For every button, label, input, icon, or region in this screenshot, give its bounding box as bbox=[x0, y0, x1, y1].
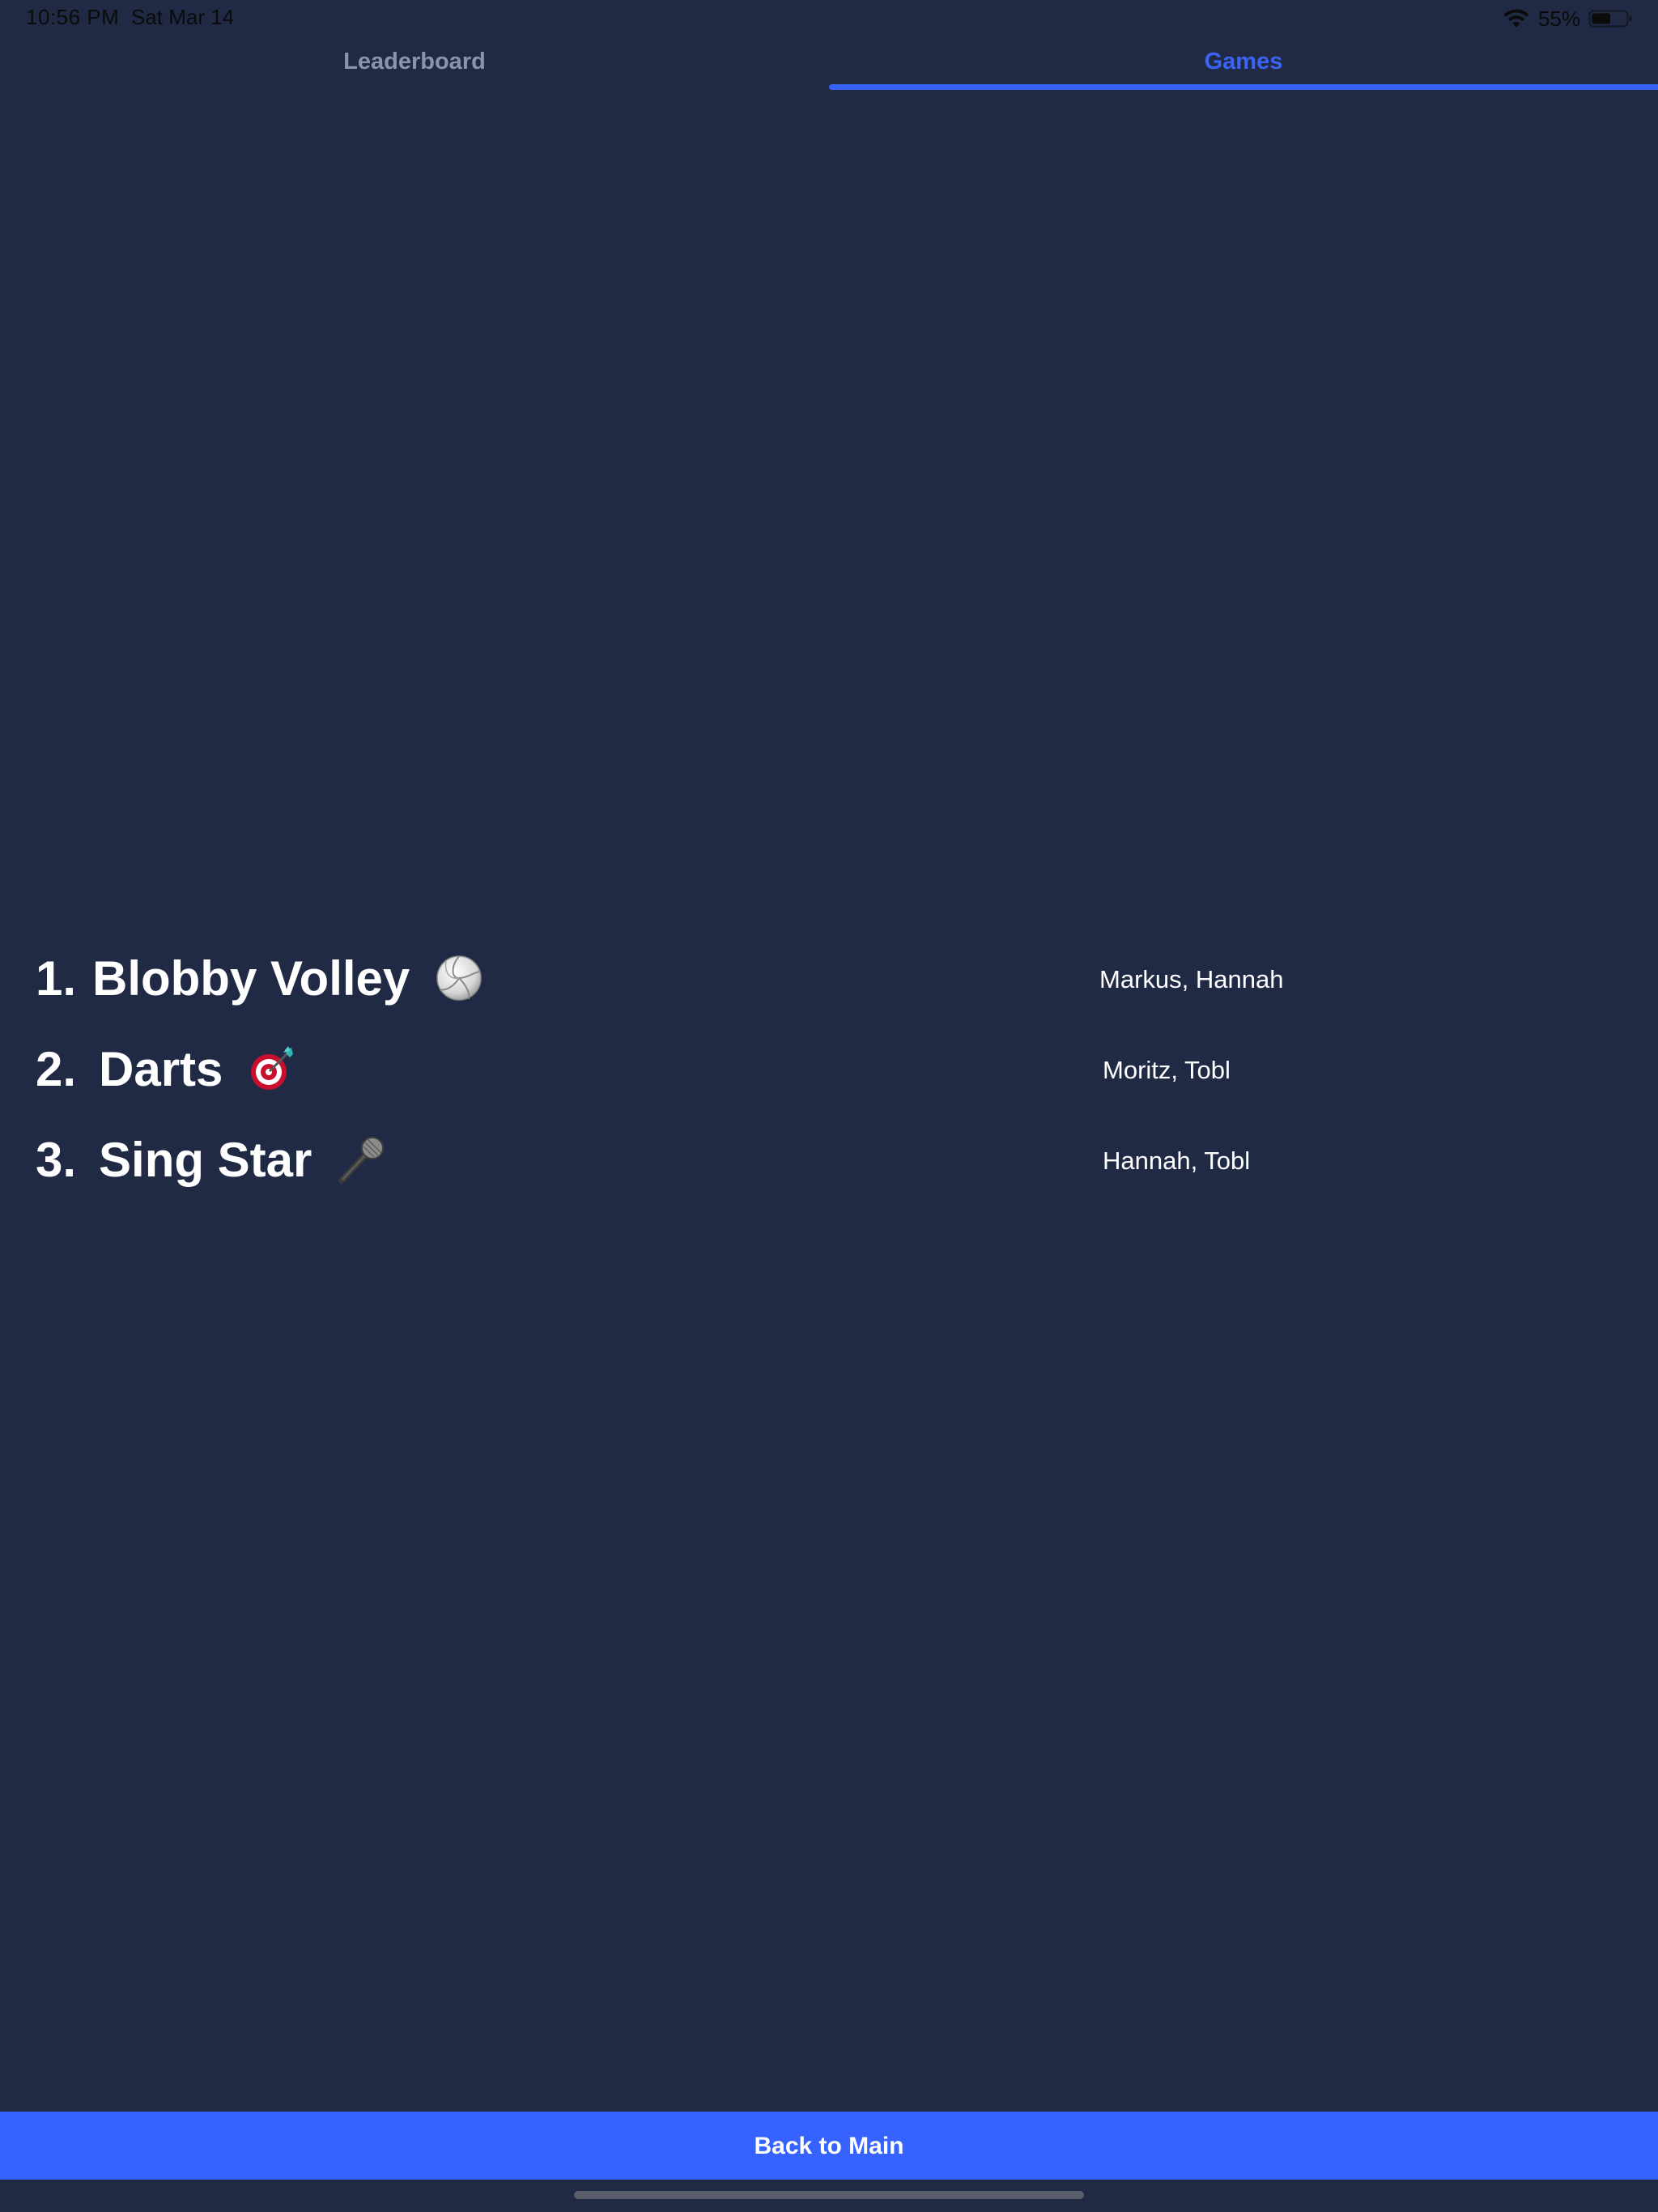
microphone-icon bbox=[338, 1137, 385, 1185]
game-name-text: Blobby Volley bbox=[92, 951, 410, 1006]
game-row: 1. Blobby Volley Markus, Hannah bbox=[0, 936, 1658, 1027]
game-title: Sing Star bbox=[99, 1130, 385, 1190]
game-title: Darts bbox=[99, 1040, 296, 1100]
game-row: 3. Sing Star Hannah, Tobl bbox=[0, 1117, 1658, 1208]
game-row: 2. Darts Moritz, Tobl bbox=[0, 1027, 1658, 1117]
selected-tab-indicator bbox=[829, 84, 1658, 90]
game-players: Moritz, Tobl bbox=[1103, 1056, 1231, 1084]
dart-target-icon bbox=[251, 1046, 294, 1091]
back-to-main-button[interactable]: Back to Main bbox=[0, 2112, 1658, 2180]
status-bar: 10:56 PM Sat Mar 14 55% bbox=[0, 0, 1658, 39]
tab-leaderboard[interactable]: Leaderboard bbox=[0, 39, 829, 92]
wifi-icon bbox=[1503, 9, 1529, 28]
game-name-text: Darts bbox=[99, 1042, 223, 1096]
game-title: Blobby Volley bbox=[92, 949, 483, 1009]
status-date: Sat Mar 14 bbox=[131, 5, 235, 29]
game-rank: 2. bbox=[36, 1042, 77, 1096]
battery-percent: 55% bbox=[1537, 6, 1580, 31]
volleyball-icon bbox=[436, 955, 482, 1001]
game-players: Hannah, Tobl bbox=[1103, 1146, 1251, 1175]
battery-icon bbox=[1588, 10, 1632, 28]
status-time: 10:56 PM bbox=[26, 5, 120, 29]
games-list: 1. Blobby Volley Markus, Hannah 2. Darts… bbox=[0, 936, 1658, 1208]
game-name-text: Sing Star bbox=[99, 1133, 312, 1187]
status-indicators: 55% bbox=[1503, 5, 1634, 32]
game-rank: 1. bbox=[36, 951, 77, 1006]
game-rank: 3. bbox=[36, 1133, 77, 1187]
game-players: Markus, Hannah bbox=[1099, 965, 1284, 993]
home-indicator[interactable] bbox=[574, 2191, 1084, 2199]
